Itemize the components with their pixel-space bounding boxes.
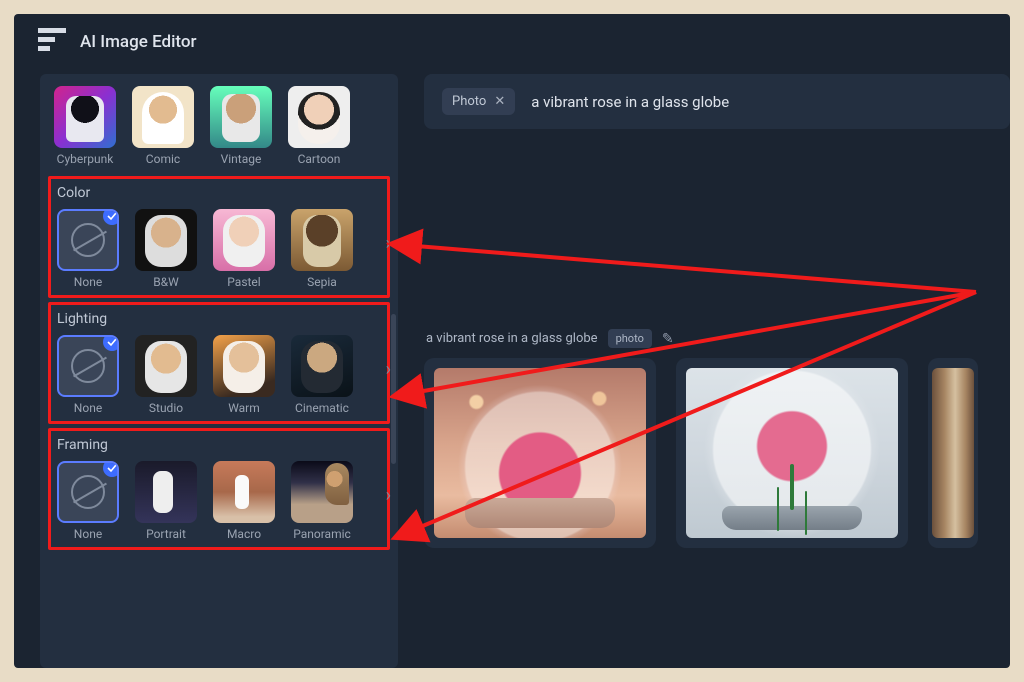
color-option-bw[interactable]: B&W <box>135 209 197 289</box>
result-card[interactable] <box>676 358 908 548</box>
style-option-cartoon[interactable]: Cartoon <box>288 86 350 166</box>
result-image <box>932 368 974 538</box>
chevron-right-icon[interactable]: › <box>386 359 391 380</box>
chevron-right-icon[interactable]: › <box>386 485 391 506</box>
prompt-bar[interactable]: Photo ✕ a vibrant rose in a glass globe <box>424 74 1010 129</box>
lighting-option-warm[interactable]: Warm <box>213 335 275 415</box>
styles-panel: Cyberpunk Comic Vintage Cartoon <box>40 74 398 668</box>
style-thumb-icon <box>291 209 353 271</box>
style-option-cyberpunk[interactable]: Cyberpunk <box>54 86 116 166</box>
style-thumb-icon <box>135 461 197 523</box>
color-option-sepia[interactable]: Sepia <box>291 209 353 289</box>
style-thumb-icon <box>135 209 197 271</box>
result-card[interactable] <box>424 358 656 548</box>
annotation-highlight-color: Color None <box>48 176 390 298</box>
lighting-option-cinematic[interactable]: Cinematic <box>291 335 353 415</box>
framing-option-macro[interactable]: Macro <box>213 461 275 541</box>
sidebar: Cyberpunk Comic Vintage Cartoon <box>14 74 398 668</box>
selected-check-icon <box>103 335 119 351</box>
annotation-highlight-lighting: Lighting None <box>48 302 390 424</box>
style-option-vintage[interactable]: Vintage <box>210 86 272 166</box>
selected-check-icon <box>103 461 119 477</box>
framing-option-none[interactable]: None <box>57 461 119 541</box>
result-card[interactable] <box>928 358 978 548</box>
style-thumb-icon <box>135 335 197 397</box>
result-image <box>686 368 898 538</box>
annotation-highlight-framing: Framing None <box>48 428 390 550</box>
framing-option-panoramic[interactable]: Panoramic <box>291 461 353 541</box>
style-row-top: Cyberpunk Comic Vintage Cartoon <box>40 78 398 172</box>
lighting-option-none[interactable]: None <box>57 335 119 415</box>
prompt-tag[interactable]: Photo ✕ <box>442 88 515 115</box>
selected-check-icon <box>103 209 119 225</box>
style-thumb-icon <box>291 335 353 397</box>
style-thumb-icon <box>54 86 116 148</box>
framing-option-portrait[interactable]: Portrait <box>135 461 197 541</box>
results-row <box>424 358 1010 548</box>
color-option-none[interactable]: None <box>57 209 119 289</box>
section-title-color: Color <box>57 185 381 201</box>
app-logo-icon <box>38 28 66 56</box>
prompt-tag-label: Photo <box>452 94 486 109</box>
app-body: Cyberpunk Comic Vintage Cartoon <box>14 74 1010 668</box>
style-thumb-icon <box>288 86 350 148</box>
style-thumb-icon <box>213 209 275 271</box>
style-thumb-icon <box>132 86 194 148</box>
generation-tag-badge: photo <box>608 329 652 348</box>
prompt-text: a vibrant rose in a glass globe <box>531 93 729 111</box>
section-title-framing: Framing <box>57 437 381 453</box>
style-thumb-icon <box>291 461 353 523</box>
style-thumb-icon <box>213 335 275 397</box>
none-icon <box>57 335 119 397</box>
chevron-right-icon[interactable]: › <box>386 233 391 254</box>
none-icon <box>57 209 119 271</box>
app-title: AI Image Editor <box>80 32 197 52</box>
style-thumb-icon <box>210 86 272 148</box>
color-option-pastel[interactable]: Pastel <box>213 209 275 289</box>
main-area: Photo ✕ a vibrant rose in a glass globe … <box>398 74 1010 668</box>
generation-prompt-echo: a vibrant rose in a glass globe <box>426 331 598 346</box>
style-option-comic[interactable]: Comic <box>132 86 194 166</box>
lighting-option-studio[interactable]: Studio <box>135 335 197 415</box>
generation-header: a vibrant rose in a glass globe photo ✎ <box>424 329 1010 348</box>
style-thumb-icon <box>213 461 275 523</box>
section-title-lighting: Lighting <box>57 311 381 327</box>
result-image <box>434 368 646 538</box>
sidebar-scrollbar[interactable] <box>391 314 396 464</box>
app-header: AI Image Editor <box>14 14 1010 74</box>
pencil-icon[interactable]: ✎ <box>662 331 674 347</box>
app-window: AI Image Editor Cyberpunk Comic <box>14 14 1010 668</box>
close-icon[interactable]: ✕ <box>494 94 505 109</box>
none-icon <box>57 461 119 523</box>
